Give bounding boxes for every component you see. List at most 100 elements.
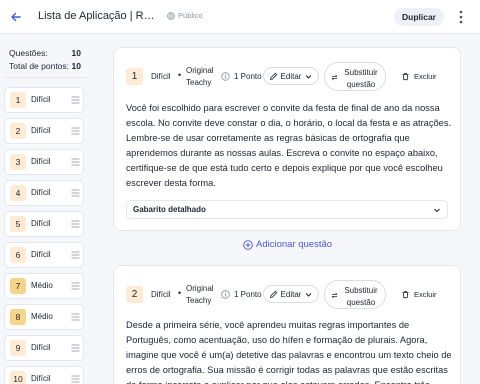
question-number: 2 [126, 286, 143, 303]
visibility-label: Público [178, 11, 203, 20]
chevron-down-icon [306, 74, 312, 79]
question-nav-item[interactable]: 2 Difícil [4, 118, 84, 144]
question-nav-difficulty: Difícil [31, 188, 51, 197]
question-nav-item[interactable]: 10 Difícil [4, 366, 84, 384]
list-stats: Questões: 10 Total de pontos: 10 [9, 47, 81, 73]
question-nav-number: 4 [10, 185, 26, 201]
replace-question-label: Substituir questão [344, 286, 378, 307]
swap-icon [331, 74, 338, 81]
question-nav-item[interactable]: 8 Médio [4, 304, 84, 330]
questions-count-row: Questões: 10 [9, 47, 81, 60]
drag-handle-icon[interactable] [71, 127, 80, 135]
replace-question-button[interactable]: Substituir questão [324, 280, 386, 309]
question-nav-difficulty: Difícil [31, 374, 51, 383]
drag-handle-icon[interactable] [71, 251, 80, 259]
edit-button[interactable]: Editar [263, 285, 319, 303]
question-text: Desde a primeira série, você aprendeu mu… [126, 320, 452, 384]
total-points-row: Total de pontos: 10 [9, 60, 81, 73]
more-options-icon[interactable] [456, 9, 466, 25]
drag-handle-icon[interactable] [71, 158, 80, 166]
chevron-down-icon [434, 208, 440, 213]
question-nav-difficulty: Médio [31, 281, 53, 290]
divider [4, 77, 86, 78]
chevron-down-icon [306, 292, 312, 297]
question-text: Você foi escolhido para escrever o convi… [126, 103, 452, 188]
question-nav-number: 9 [10, 340, 26, 356]
page-title: Lista de Aplicação | Regras de Ortografi… [38, 10, 160, 22]
points-label: 1 Ponto [234, 290, 262, 299]
question-nav-item[interactable]: 7 Médio [4, 273, 84, 299]
delete-button[interactable]: Excluir [401, 67, 451, 85]
drag-handle-icon[interactable] [71, 313, 80, 321]
total-points-label: Total de pontos: [9, 61, 70, 71]
question-nav-number: 5 [10, 216, 26, 232]
answer-key-dropdown[interactable]: Gabarito detalhado [126, 200, 448, 219]
drag-handle-icon[interactable] [71, 96, 80, 104]
answer-key-label: Gabarito detalhado [133, 205, 206, 214]
globe-icon [167, 11, 175, 20]
origin-label: Original Teachy [186, 66, 214, 87]
add-question-label: Adicionar questão [256, 239, 333, 250]
trash-icon [402, 290, 409, 298]
question-nav-item[interactable]: 5 Difícil [4, 211, 84, 237]
question-card: 2 Difícil • Original Teachy 1 Ponto Edit… [113, 265, 461, 384]
question-nav-item[interactable]: 1 Difícil [4, 87, 84, 113]
drag-handle-icon[interactable] [71, 220, 80, 228]
question-nav-difficulty: Difícil [31, 343, 51, 352]
total-points-value: 10 [71, 61, 81, 71]
question-header: 2 Difícil • Original Teachy 1 Ponto Edit… [126, 280, 454, 310]
question-nav-number: 7 [10, 278, 26, 294]
visibility-badge: Público [167, 11, 203, 20]
difficulty-label: Difícil [151, 290, 171, 299]
separator-dot: • [178, 288, 182, 298]
edit-button[interactable]: Editar [263, 67, 319, 85]
plus-circle-icon [243, 239, 253, 250]
question-nav-difficulty: Difícil [31, 157, 51, 166]
delete-button[interactable]: Excluir [401, 285, 451, 303]
question-nav-number: 3 [10, 154, 26, 170]
question-nav-number: 2 [10, 123, 26, 139]
question-nav-item[interactable]: 3 Difícil [4, 149, 84, 175]
top-bar: Lista de Aplicação | Regras de Ortografi… [0, 0, 480, 34]
pencil-icon [269, 290, 277, 298]
edit-label: Editar [280, 71, 302, 81]
drag-handle-icon[interactable] [71, 375, 80, 383]
origin-label: Original Teachy [186, 284, 214, 305]
drag-handle-icon[interactable] [71, 189, 80, 197]
question-nav-item[interactable]: 9 Difícil [4, 335, 84, 361]
info-icon [221, 290, 230, 299]
pencil-icon [269, 72, 277, 80]
replace-question-label: Substituir questão [344, 68, 378, 89]
add-question-button[interactable]: Adicionar questão [243, 239, 332, 250]
info-icon [221, 72, 230, 81]
delete-label: Excluir [414, 289, 437, 299]
trash-icon [402, 72, 409, 80]
question-nav-item[interactable]: 4 Difícil [4, 180, 84, 206]
question-nav-difficulty: Médio [31, 312, 53, 321]
points-label: 1 Ponto [234, 72, 262, 81]
drag-handle-icon[interactable] [71, 344, 80, 352]
question-nav-number: 1 [10, 92, 26, 108]
question-nav-number: 8 [10, 309, 26, 325]
question-number: 1 [126, 68, 143, 85]
difficulty-label: Difícil [151, 72, 171, 81]
edit-label: Editar [280, 289, 302, 299]
question-card: 1 Difícil • Original Teachy 1 Ponto Edit… [113, 47, 461, 231]
questions-count-value: 10 [71, 48, 81, 58]
delete-label: Excluir [414, 71, 437, 81]
swap-icon [331, 292, 338, 299]
questions-count-label: Questões: [9, 48, 48, 58]
question-nav-difficulty: Difícil [31, 95, 51, 104]
question-nav-difficulty: Difícil [31, 219, 51, 228]
question-nav-number: 6 [10, 247, 26, 263]
question-nav-number: 10 [10, 371, 26, 384]
separator-dot: • [178, 70, 182, 80]
question-header: 1 Difícil • Original Teachy 1 Ponto Edit… [126, 62, 454, 92]
question-nav-difficulty: Difícil [31, 250, 51, 259]
question-nav-item[interactable]: 6 Difícil [4, 242, 84, 268]
duplicate-button[interactable]: Duplicar [394, 8, 444, 26]
question-nav-difficulty: Difícil [31, 126, 51, 135]
replace-question-button[interactable]: Substituir questão [324, 62, 386, 91]
back-arrow-icon[interactable] [9, 10, 23, 24]
drag-handle-icon[interactable] [71, 282, 80, 290]
